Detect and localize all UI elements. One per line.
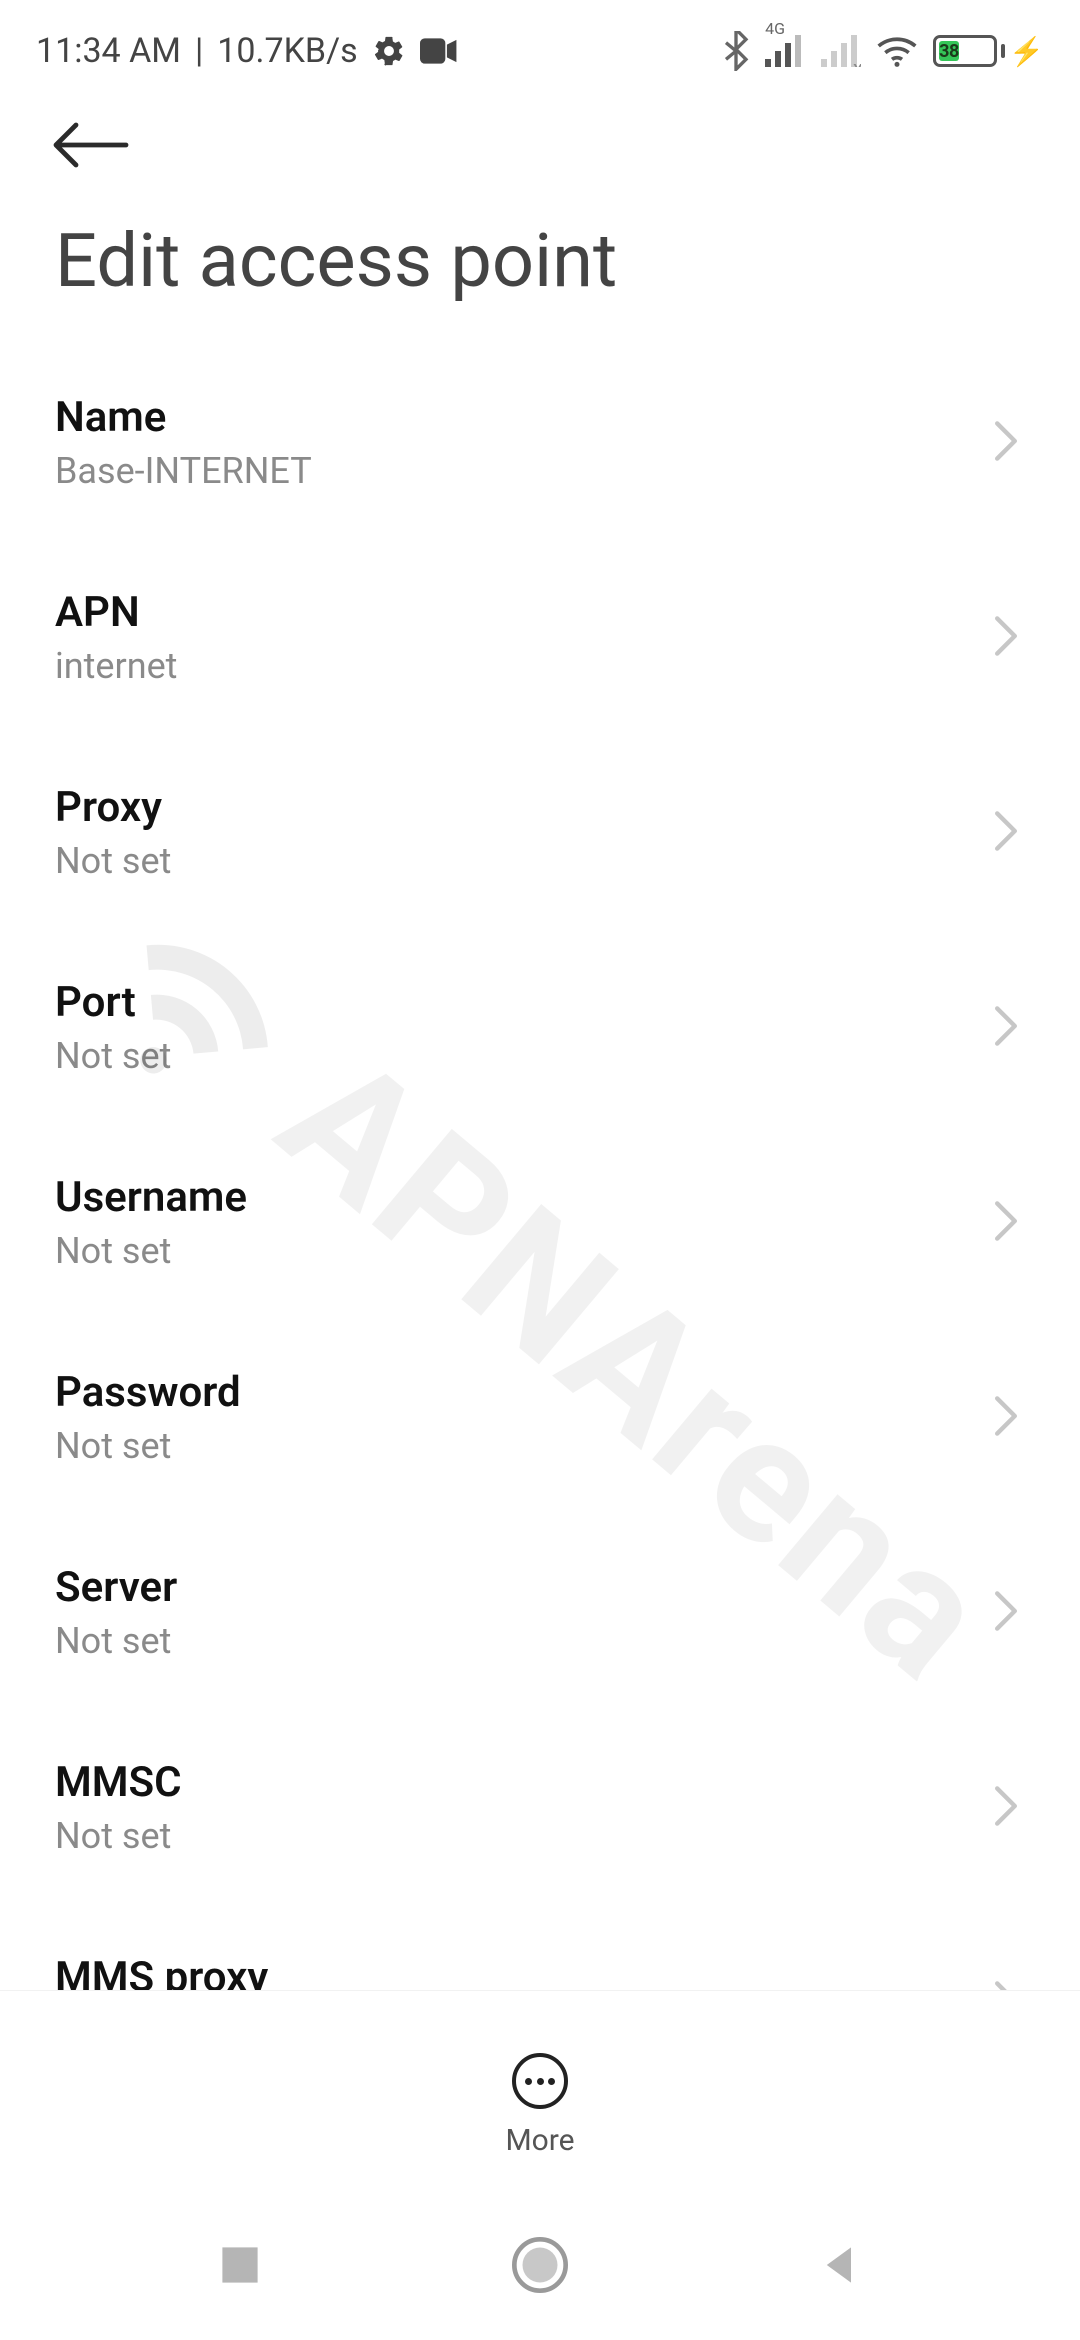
status-separator: | <box>195 31 203 71</box>
more-bar: More <box>0 1990 1080 2190</box>
setting-value: Not set <box>55 1815 182 1857</box>
setting-label: Name <box>55 393 312 442</box>
nav-back-button[interactable] <box>780 2205 900 2325</box>
status-right: 4G x 38 ⚡ <box>723 31 1044 71</box>
chevron-right-icon <box>992 1004 1020 1052</box>
chevron-right-icon <box>992 1199 1020 1247</box>
more-dots-icon <box>525 2078 555 2085</box>
chevron-right-icon <box>992 614 1020 662</box>
setting-label: Server <box>55 1563 177 1612</box>
more-label: More <box>505 2123 574 2158</box>
chevron-right-icon <box>992 1784 1020 1832</box>
gear-icon <box>372 34 406 68</box>
setting-item-proxy[interactable]: Proxy Not set <box>0 735 1080 930</box>
battery-percent: 38 <box>939 41 959 62</box>
setting-label: MMSC <box>55 1758 182 1807</box>
setting-value: Not set <box>55 840 171 882</box>
more-button[interactable] <box>512 2053 568 2109</box>
bluetooth-icon <box>723 31 749 71</box>
setting-value: internet <box>55 645 177 687</box>
chevron-right-icon <box>992 1394 1020 1442</box>
status-left: 11:34 AM | 10.7KB/s <box>36 31 458 71</box>
back-button[interactable] <box>50 120 130 180</box>
signal2-icon: x <box>821 35 861 67</box>
setting-item-port[interactable]: Port Not set <box>0 930 1080 1125</box>
battery-indicator: 38 ⚡ <box>933 35 1044 68</box>
nav-recent-button[interactable] <box>180 2205 300 2325</box>
status-net-speed: 10.7KB/s <box>217 31 357 71</box>
wifi-icon <box>877 35 917 67</box>
nav-home-button[interactable] <box>480 2205 600 2325</box>
status-time: 11:34 AM <box>36 31 181 71</box>
setting-item-username[interactable]: Username Not set <box>0 1125 1080 1320</box>
setting-item-password[interactable]: Password Not set <box>0 1320 1080 1515</box>
chevron-right-icon <box>992 1589 1020 1637</box>
setting-value: Base-INTERNET <box>55 450 312 492</box>
chevron-right-icon <box>992 419 1020 467</box>
setting-value: Not set <box>55 1425 241 1467</box>
setting-label: APN <box>55 588 177 637</box>
page-title: Edit access point <box>55 218 1025 305</box>
setting-label: Password <box>55 1368 241 1417</box>
setting-item-server[interactable]: Server Not set <box>0 1515 1080 1710</box>
signal1-icon: 4G <box>765 35 805 67</box>
setting-item-apn[interactable]: APN internet <box>0 540 1080 735</box>
setting-label: Username <box>55 1173 247 1222</box>
setting-item-name[interactable]: Name Base-INTERNET <box>0 345 1080 540</box>
setting-value: Not set <box>55 1230 247 1272</box>
settings-list: Name Base-INTERNET APN internet Proxy Not set… <box>0 345 1080 2100</box>
system-nav-bar <box>0 2190 1080 2340</box>
setting-value: Not set <box>55 1035 171 1077</box>
signal1-label: 4G <box>765 19 785 38</box>
status-bar: 11:34 AM | 10.7KB/s 4G x 38 ⚡ <box>0 0 1080 90</box>
setting-item-mmsc[interactable]: MMSC Not set <box>0 1710 1080 1905</box>
svg-text:x: x <box>853 56 861 67</box>
setting-label: Proxy <box>55 783 171 832</box>
settings-scroll[interactable]: Name Base-INTERNET APN internet Proxy Not set… <box>0 345 1080 2225</box>
chevron-right-icon <box>992 809 1020 857</box>
setting-value: Not set <box>55 1620 177 1662</box>
setting-label: Port <box>55 978 171 1027</box>
charging-icon: ⚡ <box>1009 35 1044 68</box>
video-icon <box>420 38 458 64</box>
